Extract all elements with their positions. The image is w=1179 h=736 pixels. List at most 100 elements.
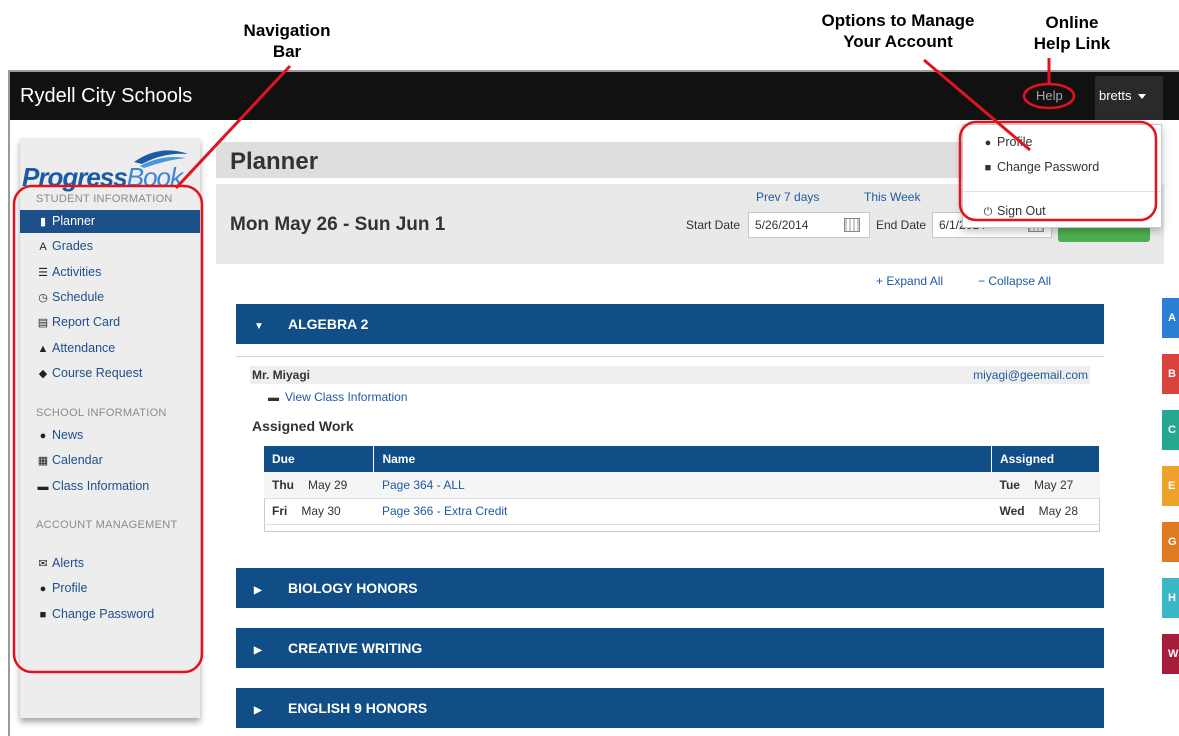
assignment-link[interactable]: Page 366 - Extra Credit [382,504,507,518]
class-panel-creative-writing[interactable]: ▶ CREATIVE WRITING [236,628,1104,668]
sidebar-item-label: Calendar [52,453,103,468]
annotation-navigation-bar-line1: Navigation [243,21,331,40]
class-name: ALGEBRA 2 [288,316,369,332]
annotation-navigation-bar-line2: Bar [272,42,302,61]
class-color-tab[interactable]: H [1162,578,1179,618]
class-name: ENGLISH 9 HONORS [288,700,428,716]
sidebar: ProgressBook STUDENT INFORMATION ▮ Planne… [20,138,200,718]
expand-all-link[interactable]: + Expand All [876,274,943,288]
panel-divider [236,356,1104,357]
dropdown-sign-out[interactable]: ⏻ Sign Out [981,204,1046,219]
lock-icon: ■ [39,608,47,621]
info-icon: ● [39,583,47,596]
sidebar-item-attendance[interactable]: ▲ Attendance [20,337,200,360]
sidebar-item-label: Activities [52,264,102,279]
class-panel-english-9-honors[interactable]: ▶ ENGLISH 9 HONORS [236,688,1104,728]
this-week-link[interactable]: This Week [864,190,920,204]
assigned-cell: Wed May 28 [991,498,1100,525]
section-student-information: STUDENT INFORMATION [36,193,173,205]
sidebar-item-report-card[interactable]: ▤ Report Card [20,311,200,334]
col-assigned[interactable]: Assigned [991,446,1100,472]
sidebar-item-grades[interactable]: A Grades [20,235,200,258]
class-color-tab[interactable]: A [1162,298,1179,338]
dropdown-change-password-label: Change Password [997,160,1100,174]
sidebar-item-profile[interactable]: ● Profile [20,577,200,600]
sidebar-item-label: Schedule [52,289,105,304]
assigned-work-title: Assigned Work [252,418,354,434]
help-link[interactable]: Help [1036,88,1063,103]
assigned-day: Wed [999,504,1025,518]
teacher-row: Mr. Miyagi miyagi@geemail.com [250,366,1090,384]
caret-down-icon [1137,94,1146,100]
user-menu-button[interactable]: bretts [1095,76,1163,120]
sidebar-item-calendar[interactable]: ▦ Calendar [20,449,200,472]
assigned-work-table: Due Name Assigned Thu May 29 Page 364 - A… [264,446,1100,525]
triangle-right-icon: ▶ [254,585,262,596]
sidebar-item-planner[interactable]: ▮ Planner [20,210,200,233]
col-name[interactable]: Name [373,446,993,472]
sidebar-item-label: Class Information [52,478,150,493]
class-color-tab[interactable]: G [1162,522,1179,562]
dropdown-profile[interactable]: ● Profile [981,135,1033,149]
due-day: Fri [272,504,288,518]
assignment-link[interactable]: Page 364 - ALL [382,478,465,492]
assigned-day: Tue [999,477,1020,492]
sidebar-item-label: Profile [52,581,88,596]
sidebar-item-schedule[interactable]: ◷ Schedule [20,286,200,309]
class-panel-algebra-2[interactable]: ▼ ALGEBRA 2 [236,304,1104,344]
sidebar-item-label: Attendance [52,340,116,355]
start-date-label: Start Date [686,218,741,232]
due-date: May 29 [308,477,348,492]
table-row: Thu May 29 Page 364 - ALL Tue May 27 [264,472,1100,499]
teacher-name: Mr. Miyagi [252,368,311,382]
page-title: Planner [230,148,319,175]
teacher-email-link[interactable]: miyagi@geemail.com [973,366,1088,384]
dropdown-change-password[interactable]: ■ Change Password [981,160,1099,174]
triangle-down-icon: ▼ [254,321,264,332]
dropdown-divider [963,191,1161,192]
sidebar-item-label: Alerts [52,556,84,570]
due-cell: Thu May 29 [264,472,374,499]
dropdown-sign-out-label: Sign Out [997,204,1046,218]
prev-7-days-link[interactable]: Prev 7 days [756,190,819,204]
account-dropdown-menu: ● Profile ■ Change Password ⏻ Sign Out [962,124,1162,228]
assigned-cell: Tue May 27 [991,472,1100,499]
sidebar-item-label: Change Password [52,606,155,621]
screenshot-root: Navigation Bar Options to Manage Your Ac… [0,0,1179,736]
date-range-title: Mon May 26 - Sun Jun 1 [230,214,446,235]
sidebar-item-label: Course Request [52,365,143,380]
view-class-information-link[interactable]: View Class Information [285,390,408,404]
col-due[interactable]: Due [264,446,375,472]
annotation-help-link-line2: Help Link [1033,34,1111,53]
class-color-tab[interactable]: B [1162,354,1179,394]
class-color-tab[interactable]: C [1162,410,1179,450]
sidebar-item-class-information[interactable]: ▬ Class Information [20,475,200,498]
annotation-help-link-line1: Online [1045,13,1099,32]
due-cell: Fri May 30 [264,498,374,525]
annotation-navigation-bar: Navigation Bar [232,20,342,62]
annotation-help-link: Online Help Link [1024,12,1120,54]
sidebar-item-label: Planner [52,214,96,228]
view-class-information[interactable]: ▬ View Class Information [268,390,408,404]
table-row: Fri May 30 Page 366 - Extra Credit Wed May… [264,498,1100,525]
class-panel-biology-honors[interactable]: ▶ BIOLOGY HONORS [236,568,1104,608]
end-date-label: End Date [876,218,927,232]
brand-title[interactable]: Rydell City Schools [20,85,192,108]
class-color-tab[interactable]: E [1162,466,1179,506]
globe-icon: ● [39,430,47,442]
sidebar-item-course-request[interactable]: ◆ Course Request [20,362,200,385]
grades-icon: A [39,241,47,254]
name-cell: Page 366 - Extra Credit [373,498,992,525]
calendar-icon: ▦ [37,455,49,468]
sidebar-item-alerts[interactable]: ✉ Alerts [20,552,200,575]
class-color-tab[interactable]: W [1162,634,1179,674]
section-school-information: SCHOOL INFORMATION [36,407,167,419]
sidebar-item-change-password[interactable]: ■ Change Password [20,603,200,626]
sidebar-item-news[interactable]: ● News [20,424,200,447]
start-calendar-icon[interactable] [844,218,860,232]
collapse-all-link[interactable]: − Collapse All [978,274,1051,288]
sidebar-item-activities[interactable]: ☰ Activities [20,261,200,284]
tag-icon: ◆ [38,367,48,380]
due-date: May 30 [301,504,341,518]
clock-icon: ◷ [38,291,48,304]
